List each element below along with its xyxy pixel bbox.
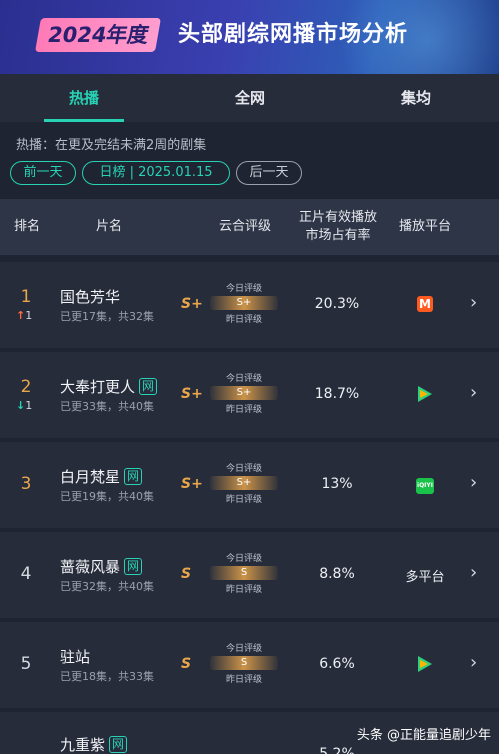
today-rating-label: 今日评级 — [225, 464, 262, 474]
chevron-right-icon[interactable]: › — [470, 472, 477, 493]
show-title: 大奉打更人网 — [60, 376, 158, 397]
market-share: 18.7% — [314, 386, 360, 402]
platform-text: 多平台 — [405, 570, 445, 585]
arrow-down-icon: ↓ — [16, 399, 26, 412]
table-row[interactable]: 1 ↑1 国色芳华 已更17集，共32集 S+ 今日评级 S+ 昨日评级 20.… — [0, 262, 499, 348]
arrow-up-icon: ↑ — [16, 309, 26, 322]
rank-number: 4 — [20, 564, 32, 584]
tab-bar: 热播 全网 集均 — [0, 74, 499, 122]
web-drama-badge: 网 — [139, 378, 158, 395]
date-picker-button[interactable]: 日榜 | 2025.01.15 — [82, 161, 230, 185]
col-share-line1: 正片有效播放 — [298, 210, 377, 225]
today-rating-label: 今日评级 — [225, 374, 262, 384]
rating-bar: S+ — [210, 386, 278, 400]
platform: iQIYI — [398, 476, 452, 494]
show-title: 蔷薇风暴网 — [60, 556, 143, 577]
col-rating: 云合评级 — [218, 219, 271, 234]
platform — [398, 656, 452, 676]
table-row[interactable]: 4 蔷薇风暴网 已更32集，共40集 S 今日评级 S 昨日评级 8.8% 多平… — [0, 532, 499, 618]
rating-widget: 今日评级 S+ 昨日评级 — [206, 282, 282, 326]
grade-label: S — [181, 566, 192, 582]
tab-hot[interactable]: 热播 — [24, 74, 144, 122]
year-badge: 2024年度 — [35, 18, 162, 52]
yesterday-rating-label: 昨日评级 — [225, 405, 262, 415]
tab-per-episode[interactable]: 集均 — [356, 74, 476, 122]
col-share-line2: 市场占有率 — [305, 228, 371, 243]
chevron-right-icon[interactable]: › — [470, 562, 477, 583]
show-title: 国色芳华 — [60, 288, 121, 306]
episode-progress: 已更19集，共40集 — [60, 490, 154, 503]
prev-day-button[interactable]: 前一天 — [10, 161, 76, 185]
tencent-video-icon — [418, 656, 432, 672]
episode-progress: 已更17集，共32集 — [60, 310, 154, 323]
iqiyi-icon: iQIYI — [416, 478, 434, 494]
chevron-right-icon[interactable]: › — [470, 652, 477, 673]
today-rating-label: 今日评级 — [225, 644, 262, 654]
episode-progress: 已更32集，共40集 — [60, 580, 154, 593]
list-description: 热播：在更及完结未满2周的剧集 — [16, 138, 207, 153]
banner-title: 头部剧综网播市场分析 — [178, 22, 409, 47]
yesterday-rating-label: 昨日评级 — [225, 495, 262, 505]
tencent-video-icon — [418, 386, 432, 402]
platform — [398, 386, 452, 406]
rank-change: ↑1 — [16, 309, 33, 322]
today-rating-label: 今日评级 — [225, 284, 262, 294]
web-drama-badge: 网 — [124, 468, 143, 485]
yesterday-rating-label: 昨日评级 — [225, 585, 262, 595]
rank-number: 2 — [20, 377, 32, 397]
rank-number: 3 — [20, 474, 32, 494]
next-day-button[interactable]: 后一天 — [236, 161, 302, 185]
web-drama-badge: 网 — [124, 558, 143, 575]
rating-bar: S+ — [210, 296, 278, 310]
rating-widget: 今日评级 S+ 昨日评级 — [206, 372, 282, 416]
rating-widget: 今日评级 S+ 昨日评级 — [206, 462, 282, 506]
rank-number: 1 — [20, 287, 32, 307]
rank-change: ↓1 — [16, 399, 33, 412]
show-title: 九重紫网 — [60, 734, 128, 754]
web-drama-badge: 网 — [109, 736, 128, 753]
col-title: 片名 — [95, 219, 122, 234]
table-row[interactable]: 3 白月梵星网 已更19集，共40集 S+ 今日评级 S+ 昨日评级 13% i… — [0, 442, 499, 528]
market-share: 8.8% — [319, 566, 355, 582]
rank-number: 5 — [20, 654, 32, 674]
col-rank: 排名 — [13, 219, 40, 234]
yesterday-rating-label: 昨日评级 — [225, 315, 262, 325]
episode-progress: 已更33集，共40集 — [60, 400, 154, 413]
market-share: 13% — [321, 476, 353, 492]
header-banner: 2024年度 头部剧综网播市场分析 — [0, 0, 499, 74]
grade-label: S — [181, 656, 192, 672]
grade-label: S+ — [181, 386, 203, 402]
yesterday-rating-label: 昨日评级 — [225, 675, 262, 685]
tab-all-network[interactable]: 全网 — [190, 74, 310, 122]
market-share: 5.2% — [319, 746, 355, 754]
show-title: 白月梵星网 — [60, 466, 143, 487]
show-title: 驻站 — [60, 648, 91, 666]
market-share: 6.6% — [319, 656, 355, 672]
rating-bar: S — [210, 656, 278, 670]
chevron-right-icon[interactable]: › — [470, 382, 477, 403]
table-header: 排名 片名 云合评级 正片有效播放 市场占有率 播放平台 — [0, 199, 499, 255]
platform — [398, 296, 452, 316]
col-platform: 播放平台 — [398, 219, 451, 234]
episode-progress: 已更18集，共33集 — [60, 670, 154, 683]
table-row[interactable]: 5 驻站 已更18集，共33集 S 今日评级 S 昨日评级 6.6% › — [0, 622, 499, 708]
grade-label: S+ — [181, 296, 203, 312]
market-share: 20.3% — [314, 296, 360, 312]
chevron-right-icon[interactable]: › — [470, 292, 477, 313]
table-row[interactable]: 2 ↓1 大奉打更人网 已更33集，共40集 S+ 今日评级 S+ 昨日评级 1… — [0, 352, 499, 438]
mgtv-icon — [417, 296, 433, 312]
rating-widget: 今日评级 S 昨日评级 — [206, 552, 282, 596]
rating-widget: 今日评级 S 昨日评级 — [206, 642, 282, 686]
grade-label: S+ — [181, 476, 203, 492]
rating-bar: S+ — [210, 476, 278, 490]
tab-active-indicator — [44, 119, 124, 122]
watermark-text: 头条 @正能量追剧少年 — [356, 728, 491, 743]
rating-bar: S — [210, 566, 278, 580]
today-rating-label: 今日评级 — [225, 554, 262, 564]
